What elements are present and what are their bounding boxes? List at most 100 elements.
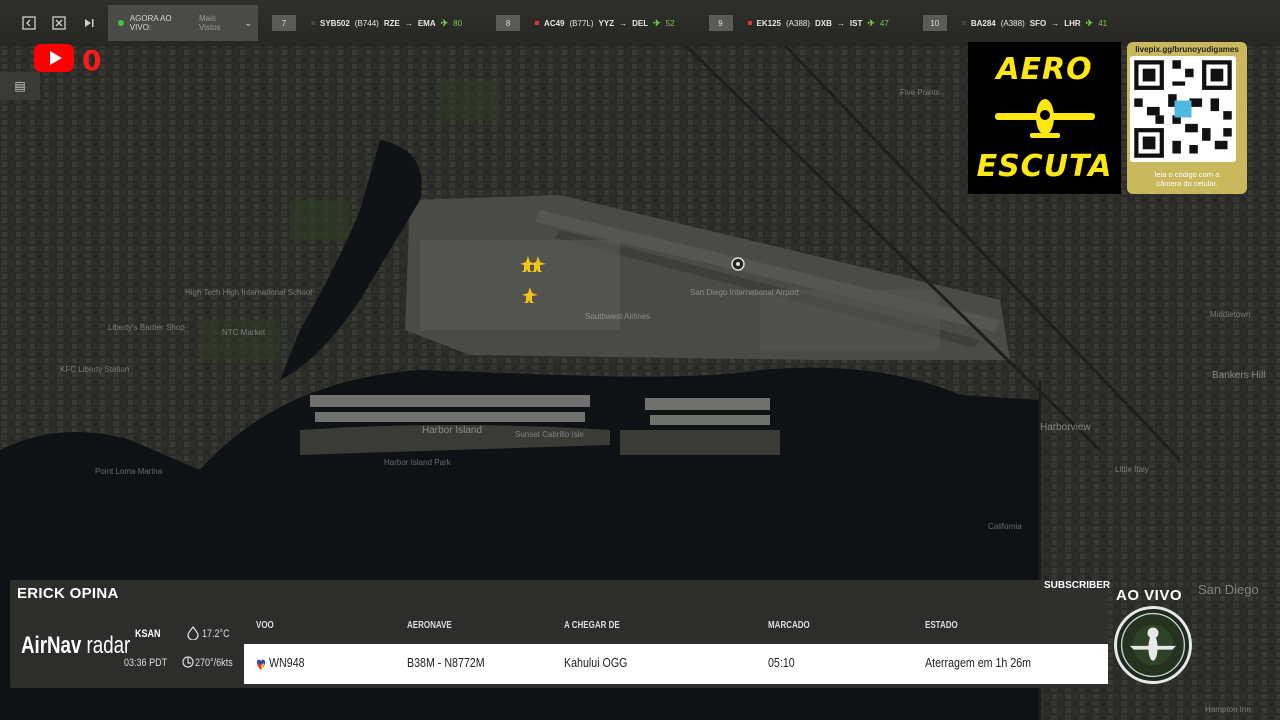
plane-icon: ✈ bbox=[1085, 17, 1094, 28]
flight-to: LHR bbox=[1064, 18, 1081, 28]
map-label: Middletown bbox=[1210, 310, 1251, 319]
temperature: 17.2°C bbox=[202, 628, 230, 640]
logo-line-1: AERO bbox=[996, 52, 1093, 87]
arrow-icon: → bbox=[836, 18, 845, 28]
qr-url: livepix.gg/brunoyudigames bbox=[1135, 45, 1239, 54]
map-label: High Tech High International School bbox=[185, 288, 313, 297]
row-flight: WN948 bbox=[269, 655, 305, 670]
airplane-logo-icon bbox=[994, 99, 1095, 138]
status-square-icon bbox=[535, 21, 540, 25]
row-aircraft: B38M - N8772M bbox=[407, 655, 485, 670]
flight-rank: 7 bbox=[272, 15, 296, 31]
plane-icon: ✈ bbox=[867, 17, 875, 28]
map-label: Sunset Cabrillo Isle bbox=[515, 430, 584, 439]
flight-from: SFO bbox=[1029, 18, 1047, 28]
youtube-counter: 0 bbox=[82, 44, 102, 77]
now-live-dropdown[interactable]: AGORA AO VIVO: Mais Vistos ⌄ bbox=[108, 5, 258, 41]
flight-ticker-item[interactable]: 9 EK125 (A388) DXB → IST ✈ 47 bbox=[708, 15, 889, 31]
now-live-value: Mais Vistos bbox=[199, 14, 221, 32]
flight-distance: 52 bbox=[665, 18, 675, 28]
wind: 270°/6kts bbox=[195, 657, 233, 669]
radar-stream-screen: Five Points High Tech High International… bbox=[0, 0, 1280, 720]
arrow-icon: → bbox=[1051, 18, 1060, 28]
flight-from: DXB bbox=[815, 18, 832, 28]
header-status: ESTADO bbox=[925, 620, 958, 631]
map-label: NTC Market bbox=[222, 328, 266, 337]
qr-code-icon[interactable] bbox=[1130, 56, 1236, 162]
flight-from: RZE bbox=[383, 18, 400, 28]
local-time: 03:36 PDT bbox=[124, 657, 168, 669]
temperature-icon bbox=[187, 626, 199, 640]
collapse-icon[interactable] bbox=[18, 12, 40, 34]
map-label: Harbor Island bbox=[422, 425, 483, 436]
logo-line-2: ESCUTA bbox=[976, 149, 1113, 184]
qr-code-panel[interactable]: livepix.gg/brunoyudigames leia o código … bbox=[1127, 42, 1247, 194]
arrow-icon: → bbox=[619, 18, 628, 28]
window-icon[interactable] bbox=[48, 12, 70, 34]
flight-ticker-item[interactable]: 10 BA284 (A388) SFO → LHR ✈ 41 bbox=[922, 15, 1108, 31]
brand-airnav: AirNav bbox=[21, 632, 82, 659]
flight-aircraft: (B744) bbox=[354, 18, 379, 28]
row-from: Kahului OGG bbox=[564, 655, 628, 670]
streamer-name: ERICK OPINA bbox=[17, 585, 119, 602]
map-label: California bbox=[988, 522, 1022, 531]
flight-distance: 41 bbox=[1098, 18, 1108, 28]
header-scheduled: MARCADO bbox=[768, 620, 810, 631]
flight-from: YYZ bbox=[598, 18, 615, 28]
flight-aircraft: (A388) bbox=[786, 18, 811, 28]
status-square-icon bbox=[747, 21, 752, 25]
top-bar: AGORA AO VIVO: Mais Vistos ⌄ 7 SYB502 (B… bbox=[0, 0, 1280, 46]
arrow-icon: → bbox=[404, 18, 413, 28]
wind-icon bbox=[182, 656, 194, 668]
flight-ticker-item[interactable]: 8 AC49 (B77L) YYZ → DEL ✈ 52 bbox=[496, 15, 675, 31]
map-label: Harbor Island Park bbox=[384, 458, 451, 467]
skip-next-icon[interactable] bbox=[78, 12, 100, 34]
flight-rank: 8 bbox=[496, 15, 521, 31]
flight-aircraft: (B77L) bbox=[569, 18, 594, 28]
map-label: Harborview bbox=[1040, 422, 1091, 433]
subscriber-label: SUBSCRIBER bbox=[1044, 580, 1111, 591]
flight-distance: 47 bbox=[879, 18, 889, 28]
layers-icon[interactable]: ▤ bbox=[0, 72, 40, 100]
row-scheduled: 05:10 bbox=[768, 655, 795, 670]
header-from: A CHEGAR DE bbox=[564, 620, 620, 631]
live-label: AO VIVO bbox=[1116, 587, 1183, 604]
southwest-airline-icon bbox=[256, 659, 266, 670]
chevron-down-icon: ⌄ bbox=[244, 17, 252, 28]
flight-rank: 10 bbox=[922, 15, 947, 31]
map-label: Five Points bbox=[900, 88, 940, 97]
airport-code: KSAN bbox=[135, 628, 161, 640]
airnav-radar-logo: AirNav radar bbox=[21, 632, 130, 660]
flight-callsign: SYB502 bbox=[320, 18, 350, 28]
location-pin-icon[interactable] bbox=[731, 257, 745, 271]
flight-distance: 80 bbox=[453, 18, 463, 28]
flight-callsign: AC49 bbox=[544, 18, 565, 28]
brand-radar: radar bbox=[86, 632, 131, 659]
status-square-icon bbox=[961, 21, 966, 25]
map-label: Liberty's Barber Shop bbox=[108, 323, 185, 332]
map-label: Bankers Hill bbox=[1212, 370, 1266, 381]
flight-to: DEL bbox=[632, 18, 649, 28]
youtube-logo-icon bbox=[34, 44, 74, 72]
map-label: Little Italy bbox=[1115, 465, 1149, 474]
map-label: Southwest Airlines bbox=[585, 312, 651, 321]
live-dot-icon bbox=[118, 20, 124, 26]
now-live-label: AGORA AO VIVO: bbox=[129, 14, 172, 32]
flight-to: IST bbox=[849, 18, 863, 28]
map-label: San Diego bbox=[1198, 582, 1259, 597]
flight-callsign: BA284 bbox=[970, 18, 996, 28]
map-label: Point Loma Marina bbox=[95, 467, 163, 476]
plane-icon: ✈ bbox=[440, 17, 449, 28]
map-label: San Diego International Airport bbox=[690, 288, 799, 297]
qr-caption-2: câmera do celular. bbox=[1156, 179, 1218, 188]
plane-icon: ✈ bbox=[653, 17, 661, 28]
flight-ticker-item[interactable]: 7 SYB502 (B744) RZE → EMA ✈ 80 bbox=[272, 15, 462, 31]
qr-caption-1: leia o código com a bbox=[1154, 170, 1220, 179]
status-square-icon bbox=[311, 21, 315, 25]
header-flight: VOO bbox=[256, 620, 274, 631]
map-label: Hampton Inn bbox=[1205, 705, 1251, 714]
header-aircraft: AERONAVE bbox=[407, 620, 452, 631]
map-label: KFC Liberty Station bbox=[60, 365, 130, 374]
channel-badge-logo bbox=[1114, 606, 1192, 684]
aero-escuta-logo: AERO ESCUTA bbox=[968, 42, 1121, 194]
